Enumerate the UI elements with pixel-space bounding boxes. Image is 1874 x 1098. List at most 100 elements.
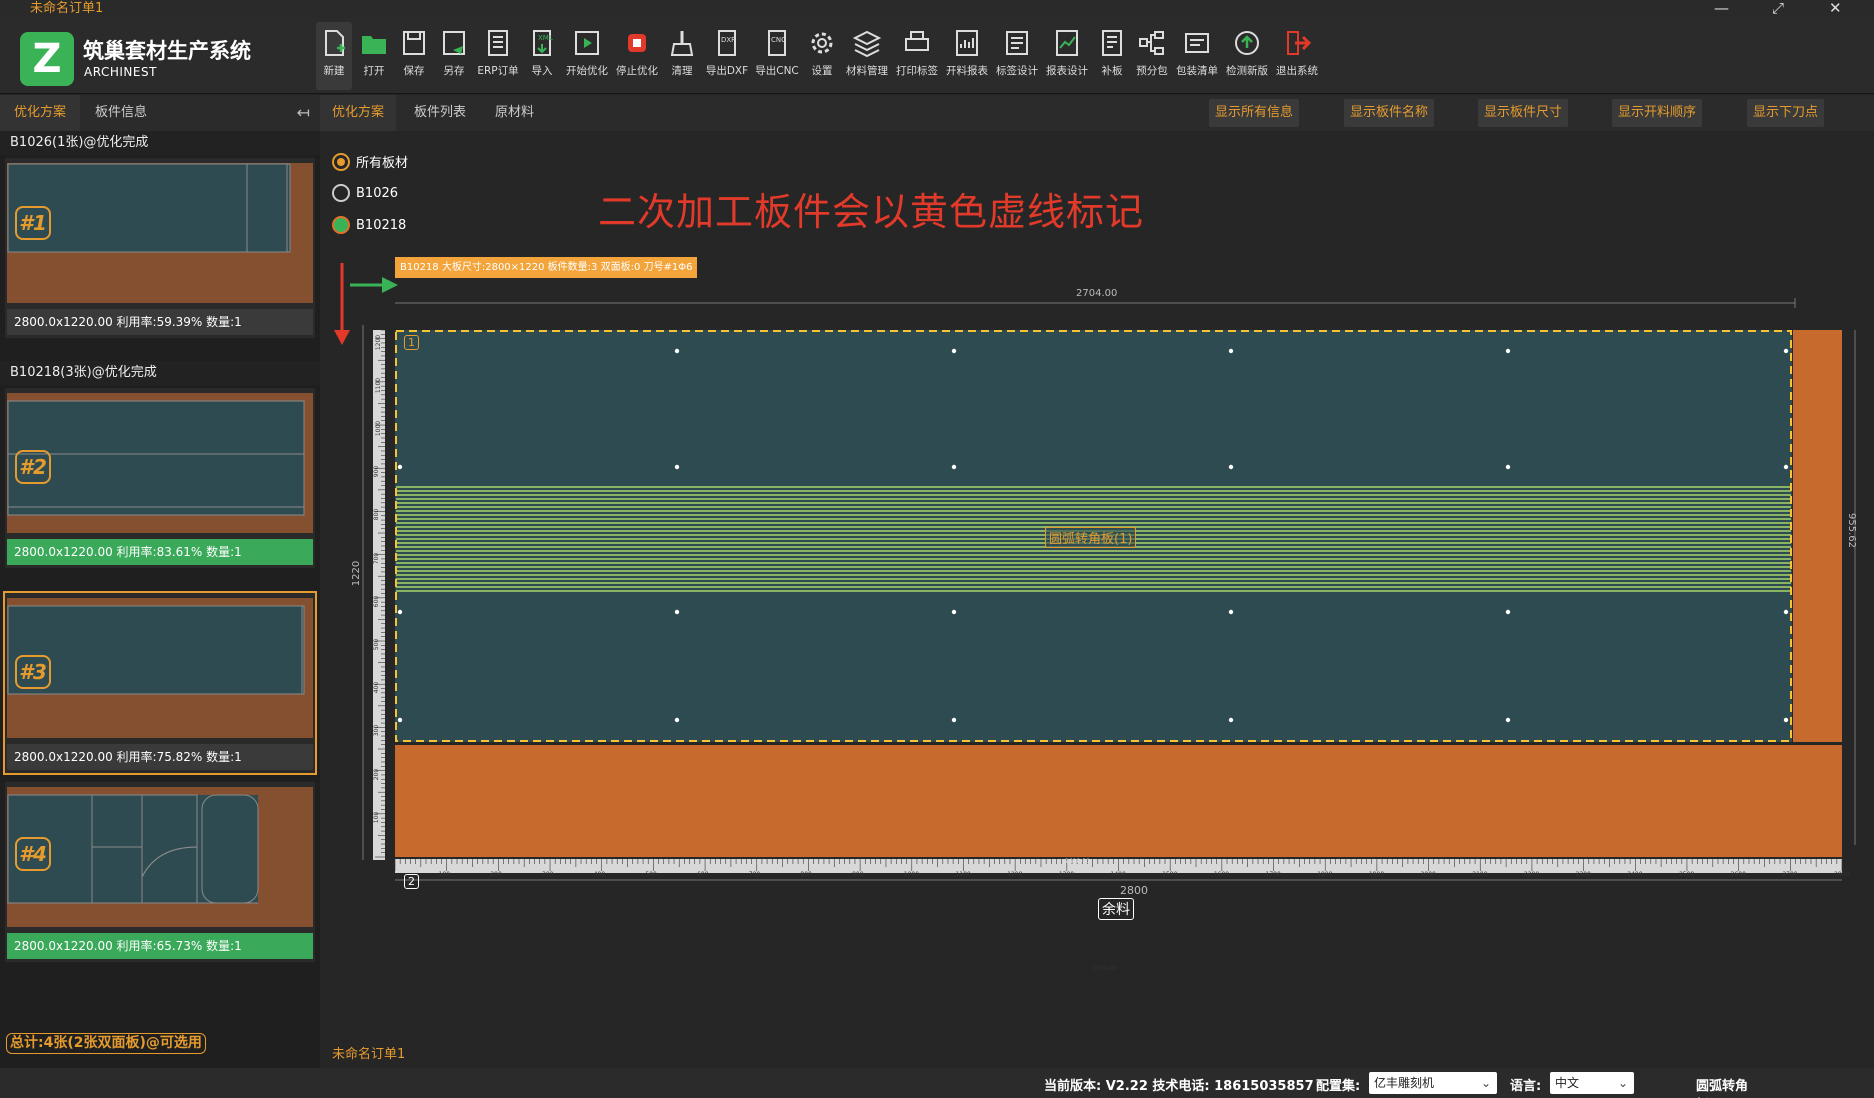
tab-board-info[interactable]: 板件信息 [81,95,161,131]
toolbar-button-label: 设置 [811,65,833,77]
toolbar-button-gear[interactable]: 设置 [804,22,840,90]
toolbar-button-label: ERP订单 [477,65,519,77]
radio-all-boards[interactable]: 所有板材 [332,152,408,171]
ruler-y-label: 100 [373,811,381,824]
ruler-x-label: 2300 [1575,871,1591,878]
drill-point [1783,348,1789,354]
toolbar-button-broom[interactable]: 清理 [664,22,700,90]
collapse-panel-icon[interactable]: ↤ [297,95,310,131]
svg-text:CNC: CNC [771,36,786,44]
sheet-badge: #2 [15,450,51,484]
show-all-info-button[interactable]: 显示所有信息 [1209,99,1300,127]
radio-dot [332,152,350,171]
nesting-canvas[interactable] [320,225,1874,945]
ruler-x-label: 1200 [1007,871,1023,878]
radio-label: B1026 [356,185,399,201]
part-label: 圆弧转角板(1) [1045,527,1137,548]
toolbar-button-save-as[interactable]: 另存 [436,22,472,90]
toolbar-button-label-design[interactable]: 标签设计 [994,22,1040,90]
show-board-size-button[interactable]: 显示板件尺寸 [1478,99,1569,127]
toolbar-button-dxf[interactable]: DXF 导出DXF [704,22,750,90]
svg-text:XML: XML [538,34,553,42]
ruler-x-label: 2600 [1730,871,1746,878]
ruler-x-label: 2200 [1523,871,1540,878]
title-bar: 未命名订单1 — ⤢ ✕ [0,0,1874,18]
cnc-icon: CNC [762,28,792,58]
sheet-info-label: B10218 大板尺寸:2800×1220 板件数量:3 双面板:0 刀号#1Φ… [395,257,698,278]
close-button[interactable]: ✕ [1829,0,1842,16]
toolbar-button-cut-report[interactable]: 开料报表 [944,22,990,90]
maximize-button[interactable]: ⤢ [1772,0,1784,16]
show-entry-point-button[interactable]: 显示下刀点 [1747,99,1825,127]
toolbar-button-save[interactable]: 保存 [396,22,432,90]
radio-b1026[interactable]: B1026 [332,184,398,202]
brand-sub: ARCHINEST [84,65,157,79]
toolbar-button-patch-board[interactable]: 补板 [1094,22,1130,90]
toolbar-button-package-tree[interactable]: 预分包 [1134,22,1170,90]
toolbar-button-label: 标签设计 [996,65,1038,77]
config-value: 亿丰雕刻机 [1374,1076,1435,1090]
toolbar-button-label: 停止优化 [616,65,658,77]
tab-raw-material[interactable]: 原材料 [483,95,546,131]
toolbar-button-exit[interactable]: 退出系统 [1274,22,1320,90]
label-design-icon [1002,28,1032,58]
config-select[interactable]: 亿丰雕刻机 ⌄ [1369,1072,1497,1094]
tab-optimization[interactable]: 优化方案 [0,95,81,131]
dim-left-label: 1220 [351,560,363,587]
ruler-x-label: 1600 [1213,871,1230,878]
toolbar-button-folder-open[interactable]: 打开 [356,22,392,90]
ruler-y-label: 300 [373,725,381,737]
total-summary: 总计:4张(2张双面板)@可选用 [6,1033,206,1054]
save-icon [399,28,429,58]
erp-order-icon [483,28,513,58]
ruler-y-label: 400 [373,681,381,694]
sheet-card-1[interactable]: #1 2800.0x1220.00 利用率:59.39% 数量:1 [5,158,315,338]
toolbar-button-play[interactable]: 开始优化 [564,22,610,90]
toolbar-button-new-file[interactable]: 新建 [316,22,352,90]
show-cut-order-button[interactable]: 显示开料顺序 [1612,99,1703,127]
lang-value: 中文 [1555,1076,1580,1090]
window-title: 未命名订单1 [30,1,104,16]
report-design-icon [1052,28,1082,58]
sheet-card-4[interactable]: #4 2800.0x1220.00 利用率:65.73% 数量:1 [5,782,315,962]
drill-point [1505,464,1511,470]
toolbar-button-report-design[interactable]: 报表设计 [1044,22,1090,90]
printer-icon [902,28,932,58]
drill-point [951,609,957,615]
app-window: 未命名订单1 — ⤢ ✕ Z 筑巢套材生产系统 ARCHINEST 新建 打开 保存… [0,0,1874,1098]
show-board-name-button[interactable]: 显示板件名称 [1344,99,1435,127]
sheet-card-3[interactable]: #3 2800.0x1220.00 利用率:75.82% 数量:1 [3,591,317,775]
folder-open-icon [359,28,389,58]
sheet-card-2[interactable]: #2 2800.0x1220.00 利用率:83.61% 数量:1 [5,388,315,568]
ruler-y-label: 900 [373,465,381,478]
drill-point [951,348,957,354]
ruler-y-label: 1000 [375,420,383,437]
tab-board-list[interactable]: 板件列表 [402,95,478,131]
toolbar-button-packing-list[interactable]: 包装清单 [1174,22,1220,90]
toolbar-button-printer[interactable]: 打印标签 [894,22,940,90]
sheet-thumbnail [7,393,313,533]
ruler-x-label: 2500 [1678,871,1695,878]
toolbar-button-cnc[interactable]: CNC 导出CNC [754,22,800,90]
toolbar-button-erp-order[interactable]: ERP订单 [476,22,520,90]
drill-point [1505,609,1511,615]
ruler-y-label: 1200 [375,334,383,350]
play-icon [572,28,602,58]
new-file-icon [319,28,349,58]
dim-right-label: 955.62 [1846,513,1857,548]
toolbar-button-label: 保存 [403,65,425,77]
ruler-x-label: 1100 [955,871,971,878]
toolbar-button-update-check[interactable]: 检测新版 [1224,22,1270,90]
radio-dot [332,184,350,202]
lang-select[interactable]: 中文 ⌄ [1550,1072,1634,1094]
toolbar-button-layers[interactable]: 材料管理 [844,22,890,90]
tab-main-optimization[interactable]: 优化方案 [320,95,397,131]
ruler-x-label: 300 [542,871,554,878]
layers-icon [852,28,882,58]
ruler-x-label: 2400 [1627,871,1643,878]
part-number-2: 2 [404,874,419,889]
minimize-button[interactable]: — [1714,0,1729,16]
dim-bottom-label: 2800 [1120,884,1148,897]
toolbar-button-import-xml[interactable]: XML 导入 [524,22,560,90]
toolbar-button-stop[interactable]: 停止优化 [614,22,660,90]
